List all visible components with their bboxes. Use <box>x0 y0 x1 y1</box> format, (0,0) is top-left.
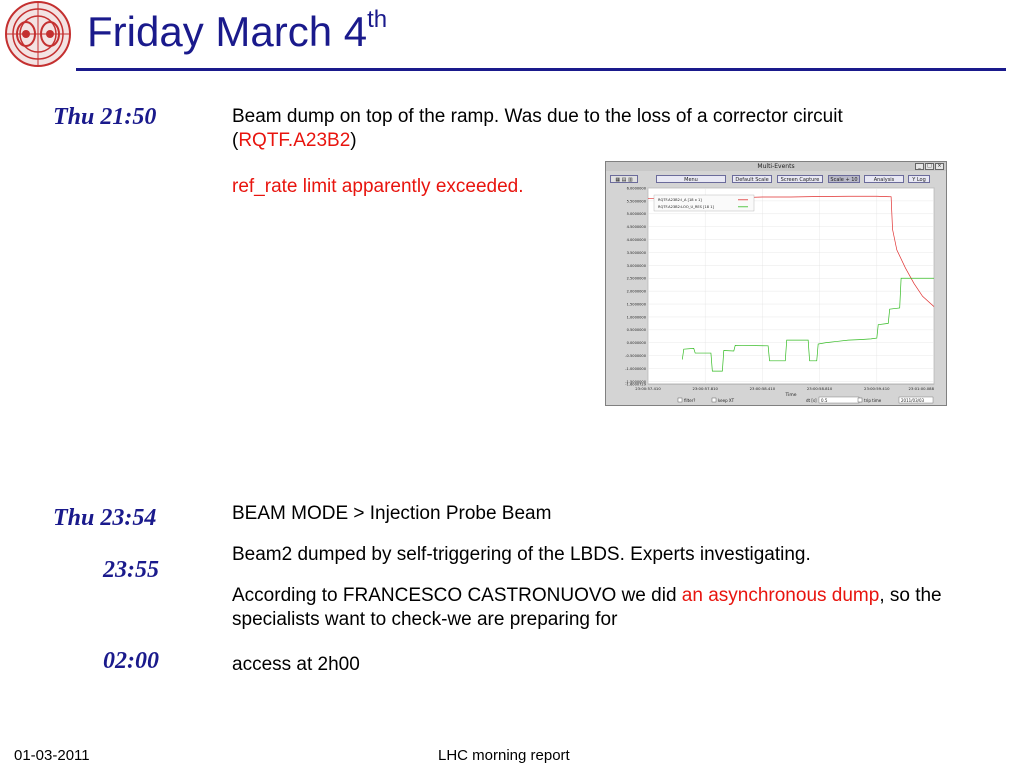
y-tick-label: 4.5000000 <box>627 225 647 229</box>
default-scale-button[interactable]: Default Scale <box>732 175 772 183</box>
y-tick-label: 3.0000000 <box>627 264 647 268</box>
keep-checkbox[interactable] <box>711 397 717 403</box>
y-tick-label: 5.5000000 <box>627 199 647 203</box>
ylog-button[interactable]: Y Log <box>908 175 930 183</box>
castronuovo-text: According to FRANCESCO CASTRONUOVO we di… <box>232 584 962 632</box>
y-tick-label: 6.0000000 <box>627 187 647 190</box>
maximize-icon[interactable]: □ <box>925 163 934 170</box>
toolbar-icons[interactable]: ▦ ▤ ▥ <box>610 175 638 183</box>
legend-entry: RQTF.A23B2:LOO_U_RES [18 1] <box>658 205 714 209</box>
screen-capture-button[interactable]: Screen Capture <box>777 175 823 183</box>
footer-date: 01-03-2011 <box>14 747 90 764</box>
y-tick-label: 5.0000000 <box>627 212 647 216</box>
chart-legend: RQTF.A23B2:I_A [18 x 1] RQTF.A23B2:LOO_U_… <box>653 194 755 212</box>
ref-rate-text: ref_rate limit apparently exceeded. <box>232 176 524 197</box>
beam-mode-text: BEAM MODE > Injection Probe Beam <box>232 503 552 524</box>
beam-dump-line: Beam dump on top of the ramp. Was due to… <box>232 106 843 127</box>
multi-events-chart: 6.0000000 5.5000000 5.0000000 4.5000000 4.00… <box>625 187 935 404</box>
time-label-3: 23:55 <box>103 557 159 583</box>
footer-title: LHC morning report <box>438 747 570 764</box>
x-tick-label: 23:01:00.088 <box>908 386 934 391</box>
lhc-logo <box>5 1 71 67</box>
x-tick-label: 23:00:58.410 <box>750 386 776 391</box>
trip-time-label: trip time <box>864 398 882 403</box>
time-label-4: 02:00 <box>103 648 159 674</box>
y-tick-label: 3.5000000 <box>627 251 647 255</box>
asynchronous-dump: an asynchronous dump <box>681 585 880 606</box>
menu-dropdown[interactable]: Menu <box>656 175 726 183</box>
keep-label: keep XT <box>718 398 735 403</box>
x-axis-label: Time <box>784 392 796 398</box>
y-tick-label: -1.0000000 <box>625 367 646 371</box>
time-label-1: Thu 21:50 <box>53 104 157 130</box>
plot-area <box>647 187 935 385</box>
x-tick-label: 23:00:58.810 <box>807 386 833 391</box>
window-title: Multi-Events <box>757 163 795 170</box>
trip-time-checkbox[interactable] <box>857 397 863 403</box>
slide-title-superscript: th <box>367 6 388 33</box>
y-tick-label: 2.5000000 <box>627 277 647 281</box>
slide-title-main: Friday March 4 <box>87 8 368 55</box>
castronuovo-pre: According to FRANCESCO CASTRONUOVO we di… <box>232 585 682 606</box>
x-tick-label: 23:00:57.810 <box>692 386 718 391</box>
y-tick-label: 0.5000000 <box>627 328 647 332</box>
access-text: access at 2h00 <box>232 654 360 675</box>
y-tick-label: 0.0000000 <box>627 341 647 345</box>
beam-dump-text: Beam dump on top of the ramp. Was due to… <box>232 105 992 153</box>
y-tick-label: -0.5000000 <box>625 354 646 358</box>
title-underline <box>76 68 1006 71</box>
y-tick-label: 1.0000000 <box>627 315 647 319</box>
minimize-icon[interactable]: _ <box>915 163 924 170</box>
dt-value: 0.5 <box>821 398 828 403</box>
y-tick-label: 4.0000000 <box>627 238 647 242</box>
slide-title: Friday March 4th <box>87 6 388 56</box>
close-icon[interactable]: × <box>935 163 944 170</box>
filter-label: filter? <box>684 398 695 403</box>
y-tick-label: 1.5000000 <box>627 302 647 306</box>
analysis-dropdown[interactable]: Analysis <box>864 175 904 183</box>
legend-entry: RQTF.A23B2:I_A [18 x 1] <box>658 198 702 202</box>
x-axis-ticks: 23:00:57.410 23:00:57.810 23:00:58.410 23:0… <box>635 386 934 391</box>
window-titlebar: Multi-Events _ □ × <box>606 162 946 171</box>
dt-label: dt [s] <box>806 398 817 403</box>
beam2-dumped-text: Beam2 dumped by self-triggering of the L… <box>232 544 811 565</box>
date-value: 2011/03/03 <box>901 398 925 403</box>
bottom-controls: filter? keep XT dt [s] 0.5 trip time 201… <box>677 396 934 404</box>
time-label-2: Thu 23:54 <box>53 505 157 531</box>
multi-events-window: Multi-Events _ □ × ▦ ▤ ▥ Menu Default Sc… <box>605 161 947 406</box>
filter-checkbox[interactable] <box>677 397 683 403</box>
y-tick-label: 2.0000000 <box>627 290 647 294</box>
y-axis-ticks: 6.0000000 5.5000000 5.0000000 4.5000000 4.00… <box>625 187 646 386</box>
x-tick-label: 23:00:59.410 <box>864 386 890 391</box>
x-tick-label: 23:00:57.410 <box>635 386 661 391</box>
scale-button[interactable]: Scale + 10 <box>828 175 860 183</box>
paren-close: ) <box>350 130 357 151</box>
circuit-name: RQTF.A23B2 <box>238 130 351 151</box>
